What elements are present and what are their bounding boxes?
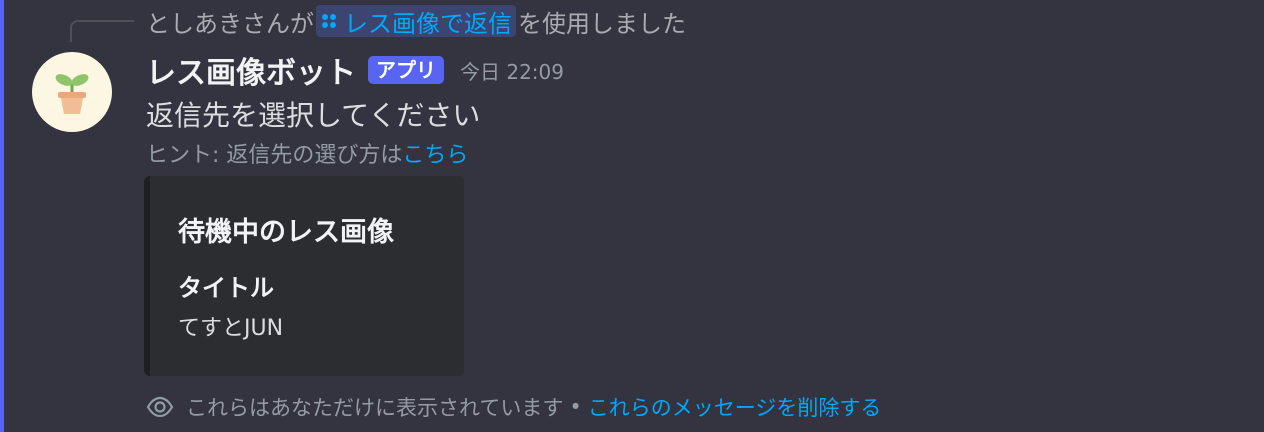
slash-command-icon	[322, 14, 336, 28]
message-timestamp[interactable]: 今日 22:09	[460, 56, 564, 85]
reply-user-text[interactable]: としあきさんが	[146, 4, 314, 39]
embed-field-name: タイトル	[178, 274, 274, 302]
eye-icon	[146, 396, 174, 418]
message-content: 返信先を選択してください	[146, 99, 481, 132]
bot-username[interactable]: レス画像ボット	[146, 48, 356, 92]
app-badge: アプリ	[368, 56, 444, 84]
hint-link[interactable]: こちら	[402, 143, 468, 168]
plant-pot-icon	[55, 74, 89, 114]
ephemeral-text: これらはあなただけに表示されています	[186, 396, 564, 420]
reply-suffix-text: を使用しました	[518, 9, 686, 38]
embed-title: 待機中のレス画像	[178, 217, 394, 248]
command-reply-line: としあきさんが レス画像で返信 を使用しました	[146, 4, 686, 38]
command-name: レス画像で返信	[344, 9, 512, 38]
delete-messages-link[interactable]: これらのメッセージを削除する	[588, 392, 882, 422]
hint-prefix: ヒント: 返信先の選び方は	[146, 143, 403, 168]
message-highlight-bar	[0, 0, 4, 432]
ephemeral-notice: これらはあなただけに表示されています • これらのメッセージを削除する	[146, 392, 881, 422]
bot-avatar[interactable]	[32, 52, 112, 132]
separator-dot: •	[569, 395, 582, 419]
hint-text: ヒント: 返信先の選び方はこちら	[146, 137, 468, 169]
command-mention[interactable]: レス画像で返信	[316, 5, 516, 38]
message-header: レス画像ボット アプリ 今日 22:09	[146, 48, 564, 92]
reply-connector	[70, 20, 134, 42]
embed-card: 待機中のレス画像 タイトル てすとJUN	[144, 176, 464, 376]
embed-field-value: てすとJUN	[178, 316, 284, 341]
